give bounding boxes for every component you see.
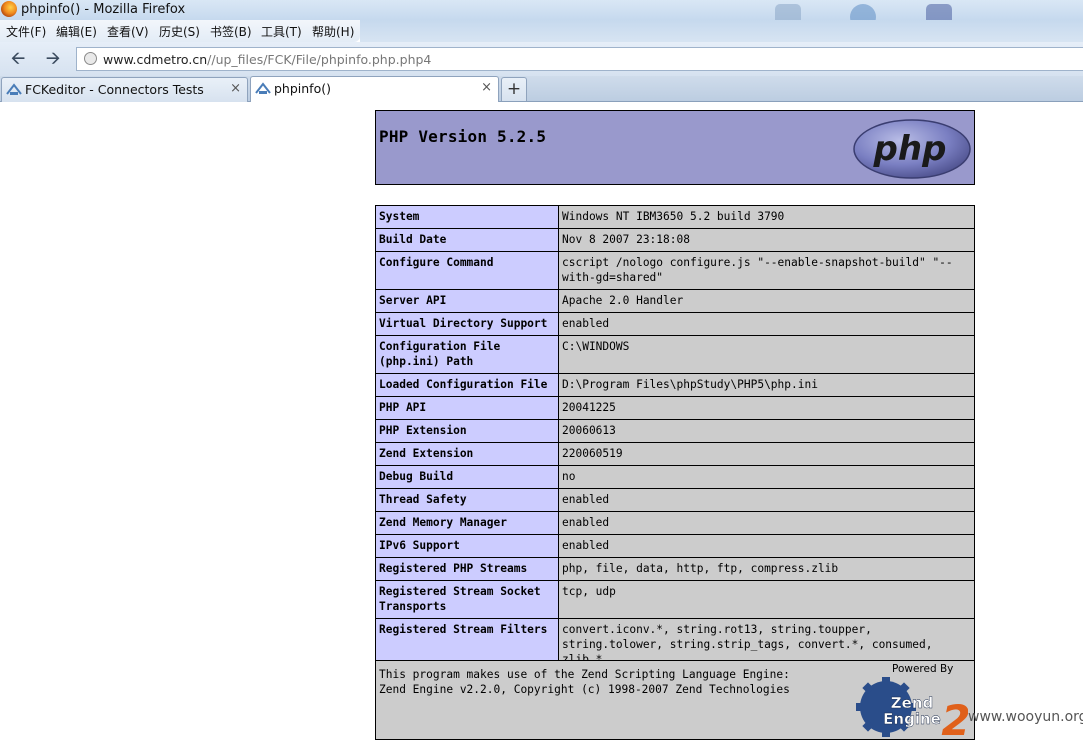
url-path: //up_files/FCK/File/phpinfo.php.php4 (207, 52, 432, 67)
setting-value-cell: Windows NT IBM3650 5.2 build 3790 (558, 205, 975, 229)
window-titlebar: phpinfo() - Mozilla Firefox (0, 0, 1083, 30)
setting-name-cell: Debug Build (375, 465, 559, 489)
tab-fckeditor[interactable]: FCKeditor - Connectors Tests × (1, 77, 248, 102)
tab-close-icon[interactable]: × (481, 80, 492, 95)
setting-value-cell: tcp, udp (558, 580, 975, 619)
setting-value-cell: php, file, data, http, ftp, compress.zli… (558, 557, 975, 581)
php-info-table: System Windows NT IBM3650 5.2 build 3790 B… (375, 205, 975, 672)
setting-value-cell: enabled (558, 312, 975, 336)
url-host: www.cdmetro.cn (103, 52, 208, 67)
url-text[interactable]: www.cdmetro.cn//up_files/FCK/File/phpinf… (103, 52, 431, 67)
setting-name-cell: Registered PHP Streams (375, 557, 559, 581)
table-row: Server API Apache 2.0 Handler (375, 289, 975, 313)
table-row: Zend Memory Manager enabled (375, 511, 975, 535)
setting-value-cell: enabled (558, 488, 975, 512)
setting-value-cell: C:\WINDOWS (558, 335, 975, 374)
forward-arrow-icon[interactable]: 🡪 (42, 48, 64, 70)
setting-name-cell: Build Date (375, 228, 559, 252)
setting-value-cell: Apache 2.0 Handler (558, 289, 975, 313)
zend-footer-line-1: This program makes use of the Zend Scrip… (379, 668, 790, 681)
menu-history[interactable]: 历史(S) (159, 23, 200, 40)
setting-name-cell: PHP Extension (375, 419, 559, 443)
zend-engine-logo-icon: 2 Zend Engine (856, 677, 968, 739)
site-identity-icon[interactable] (84, 52, 97, 65)
setting-name-cell: IPv6 Support (375, 534, 559, 558)
php-version-header: PHP Version 5.2.5 php (375, 110, 975, 185)
table-row: System Windows NT IBM3650 5.2 build 3790 (375, 205, 975, 229)
window-title: phpinfo() - Mozilla Firefox (21, 2, 186, 17)
setting-name-cell: Loaded Configuration File (375, 373, 559, 397)
setting-name-cell: Configure Command (375, 251, 559, 290)
tab-label: FCKeditor - Connectors Tests (25, 82, 204, 97)
table-row: Registered Stream Socket Transports tcp, … (375, 580, 975, 619)
tab-strip: FCKeditor - Connectors Tests × phpinfo()… (0, 76, 1083, 102)
zend-footer-line-2: Zend Engine v2.2.0, Copyright (c) 1998-2… (379, 683, 790, 696)
setting-name-cell: Virtual Directory Support (375, 312, 559, 336)
table-row: PHP Extension 20060613 (375, 419, 975, 443)
table-row: PHP API 20041225 (375, 396, 975, 420)
setting-name-cell: Zend Memory Manager (375, 511, 559, 535)
powered-by-label: Powered By (892, 663, 954, 675)
menu-edit[interactable]: 编辑(E) (56, 23, 97, 40)
setting-name-cell: Configuration File (php.ini) Path (375, 335, 559, 374)
setting-name-cell: Registered Stream Socket Transports (375, 580, 559, 619)
new-tab-button[interactable]: + (501, 77, 527, 101)
setting-name-cell: Zend Extension (375, 442, 559, 466)
setting-value-cell: enabled (558, 511, 975, 535)
table-row: Configure Command cscript /nologo configu… (375, 251, 975, 290)
page-favicon-icon (6, 83, 22, 95)
setting-name-cell: System (375, 205, 559, 229)
table-row: IPv6 Support enabled (375, 534, 975, 558)
menu-bar: 文件(F) 编辑(E) 查看(V) 历史(S) 书签(B) 工具(T) 帮助(H… (0, 20, 360, 42)
titlebar-extension (360, 20, 1083, 42)
table-row: Build Date Nov 8 2007 23:18:08 (375, 228, 975, 252)
php-logo-text: php (873, 129, 947, 169)
svg-text:Engine: Engine (883, 710, 941, 728)
setting-value-cell: no (558, 465, 975, 489)
php-version-title: PHP Version 5.2.5 (379, 127, 547, 146)
page-content: PHP Version 5.2.5 php System Windows NT I… (0, 102, 1083, 740)
firefox-logo-icon (1, 1, 17, 17)
menu-bookmarks[interactable]: 书签(B) (210, 23, 252, 40)
url-bar[interactable]: www.cdmetro.cn//up_files/FCK/File/phpinf… (76, 47, 1083, 71)
tab-label: phpinfo() (274, 81, 331, 96)
watermark-text: www.wooyun.org (968, 709, 1083, 725)
setting-value-cell: 20041225 (558, 396, 975, 420)
setting-value-cell: enabled (558, 534, 975, 558)
navigation-toolbar: 🡨 🡪 www.cdmetro.cn//up_files/FCK/File/ph… (0, 42, 1083, 76)
setting-value-cell: 20060613 (558, 419, 975, 443)
table-row: Thread Safety enabled (375, 488, 975, 512)
zend-footer-text: This program makes use of the Zend Scrip… (379, 667, 790, 697)
table-row: Configuration File (php.ini) Path C:\WIND… (375, 335, 975, 374)
zend-footer: This program makes use of the Zend Scrip… (375, 660, 975, 740)
menu-help[interactable]: 帮助(H) (312, 23, 354, 40)
table-row: Registered PHP Streams php, file, data, h… (375, 557, 975, 581)
table-row: Debug Build no (375, 465, 975, 489)
table-row: Zend Extension 220060519 (375, 442, 975, 466)
setting-name-cell: PHP API (375, 396, 559, 420)
tab-close-icon[interactable]: × (230, 81, 241, 96)
setting-name-cell: Server API (375, 289, 559, 313)
setting-value-cell: 220060519 (558, 442, 975, 466)
svg-text:2: 2 (941, 696, 968, 739)
page-favicon-icon (255, 82, 271, 94)
menu-tools[interactable]: 工具(T) (261, 23, 302, 40)
setting-value-cell: cscript /nologo configure.js "--enable-s… (558, 251, 975, 290)
setting-value-cell: D:\Program Files\phpStudy\PHP5\php.ini (558, 373, 975, 397)
table-row: Loaded Configuration File D:\Program File… (375, 373, 975, 397)
setting-name-cell: Thread Safety (375, 488, 559, 512)
table-row: Virtual Directory Support enabled (375, 312, 975, 336)
tab-phpinfo[interactable]: phpinfo() × (250, 76, 499, 102)
menu-view[interactable]: 查看(V) (107, 23, 149, 40)
setting-value-cell: Nov 8 2007 23:18:08 (558, 228, 975, 252)
php-logo-icon: php (853, 119, 971, 179)
menu-file[interactable]: 文件(F) (6, 23, 46, 40)
back-arrow-icon[interactable]: 🡨 (7, 48, 29, 70)
